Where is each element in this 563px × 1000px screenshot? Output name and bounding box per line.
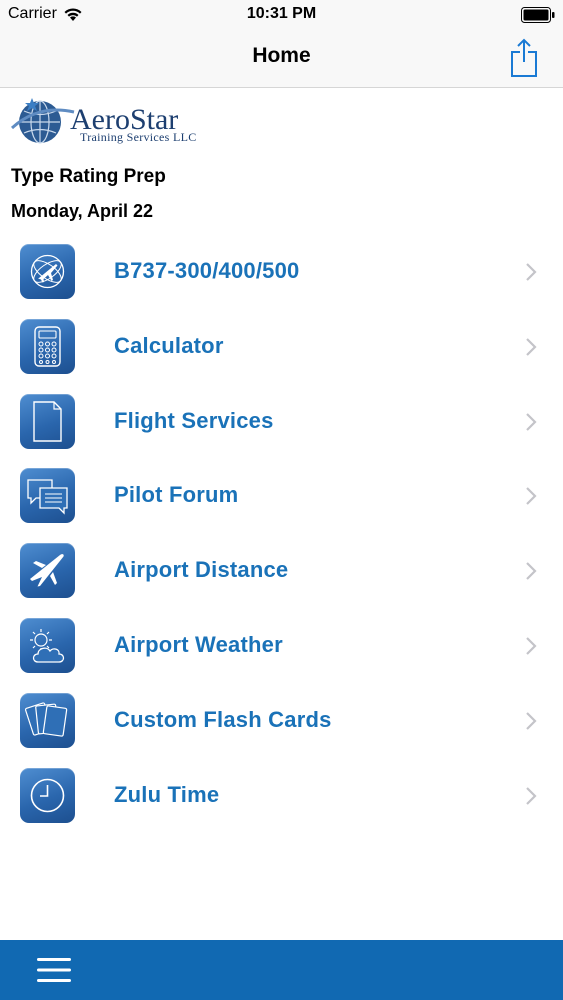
battery-icon bbox=[521, 7, 555, 23]
chevron-right-icon bbox=[526, 562, 537, 580]
clock-icon bbox=[20, 767, 75, 823]
chevron-right-icon bbox=[526, 712, 537, 730]
chevron-right-icon bbox=[526, 412, 537, 431]
document-icon bbox=[20, 393, 75, 449]
menu-list: B737-300/400/500 Calculator Flight Servi… bbox=[0, 235, 563, 833]
airplane-globe-icon bbox=[20, 244, 75, 299]
menu-item-zulu-time[interactable]: Zulu Time bbox=[0, 759, 563, 834]
menu-item-label: Custom Flash Cards bbox=[114, 706, 332, 732]
menu-item-airport-weather[interactable]: Airport Weather bbox=[0, 609, 563, 684]
chat-bubbles-icon bbox=[20, 468, 75, 524]
menu-item-pilot-forum[interactable]: Pilot Forum bbox=[0, 459, 563, 534]
chevron-right-icon bbox=[526, 263, 537, 281]
airplane-icon bbox=[20, 543, 75, 599]
menu-item-label: Calculator bbox=[114, 332, 224, 358]
page-title: Home bbox=[252, 44, 311, 67]
menu-item-label: Airport Weather bbox=[114, 631, 283, 657]
aerostar-logo: AeroStar Training Services LLC bbox=[10, 96, 235, 148]
status-bar: Carrier 10:31 PM bbox=[0, 0, 563, 30]
menu-item-flight-services[interactable]: Flight Services bbox=[0, 385, 563, 460]
logo-subtitle-text: Training Services LLC bbox=[80, 130, 197, 144]
share-icon[interactable] bbox=[509, 36, 539, 78]
chevron-right-icon bbox=[526, 338, 537, 356]
navigation-bar: Home bbox=[0, 30, 563, 88]
menu-item-label: Airport Distance bbox=[114, 557, 289, 583]
bottom-toolbar bbox=[0, 940, 563, 1000]
menu-item-label: Zulu Time bbox=[114, 781, 220, 807]
menu-item-label: B737-300/400/500 bbox=[114, 258, 300, 283]
menu-item-label: Pilot Forum bbox=[114, 482, 239, 508]
chevron-right-icon bbox=[526, 786, 537, 805]
weather-icon bbox=[20, 617, 75, 673]
menu-item-label: Flight Services bbox=[114, 407, 274, 433]
app-name-heading: Type Rating Prep bbox=[11, 166, 166, 187]
clock-time: 10:31 PM bbox=[246, 5, 317, 22]
calculator-icon bbox=[20, 318, 75, 374]
chevron-right-icon bbox=[526, 637, 537, 655]
menu-item-b737[interactable]: B737-300/400/500 bbox=[0, 235, 563, 310]
menu-item-custom-flash-cards[interactable]: Custom Flash Cards bbox=[0, 684, 563, 759]
menu-item-calculator[interactable]: Calculator bbox=[0, 310, 563, 385]
chevron-right-icon bbox=[526, 487, 537, 506]
date-label: Monday, April 22 bbox=[11, 201, 154, 221]
menu-item-airport-distance[interactable]: Airport Distance bbox=[0, 534, 563, 609]
hamburger-menu-icon[interactable] bbox=[36, 956, 72, 984]
flash-cards-icon bbox=[20, 692, 75, 748]
